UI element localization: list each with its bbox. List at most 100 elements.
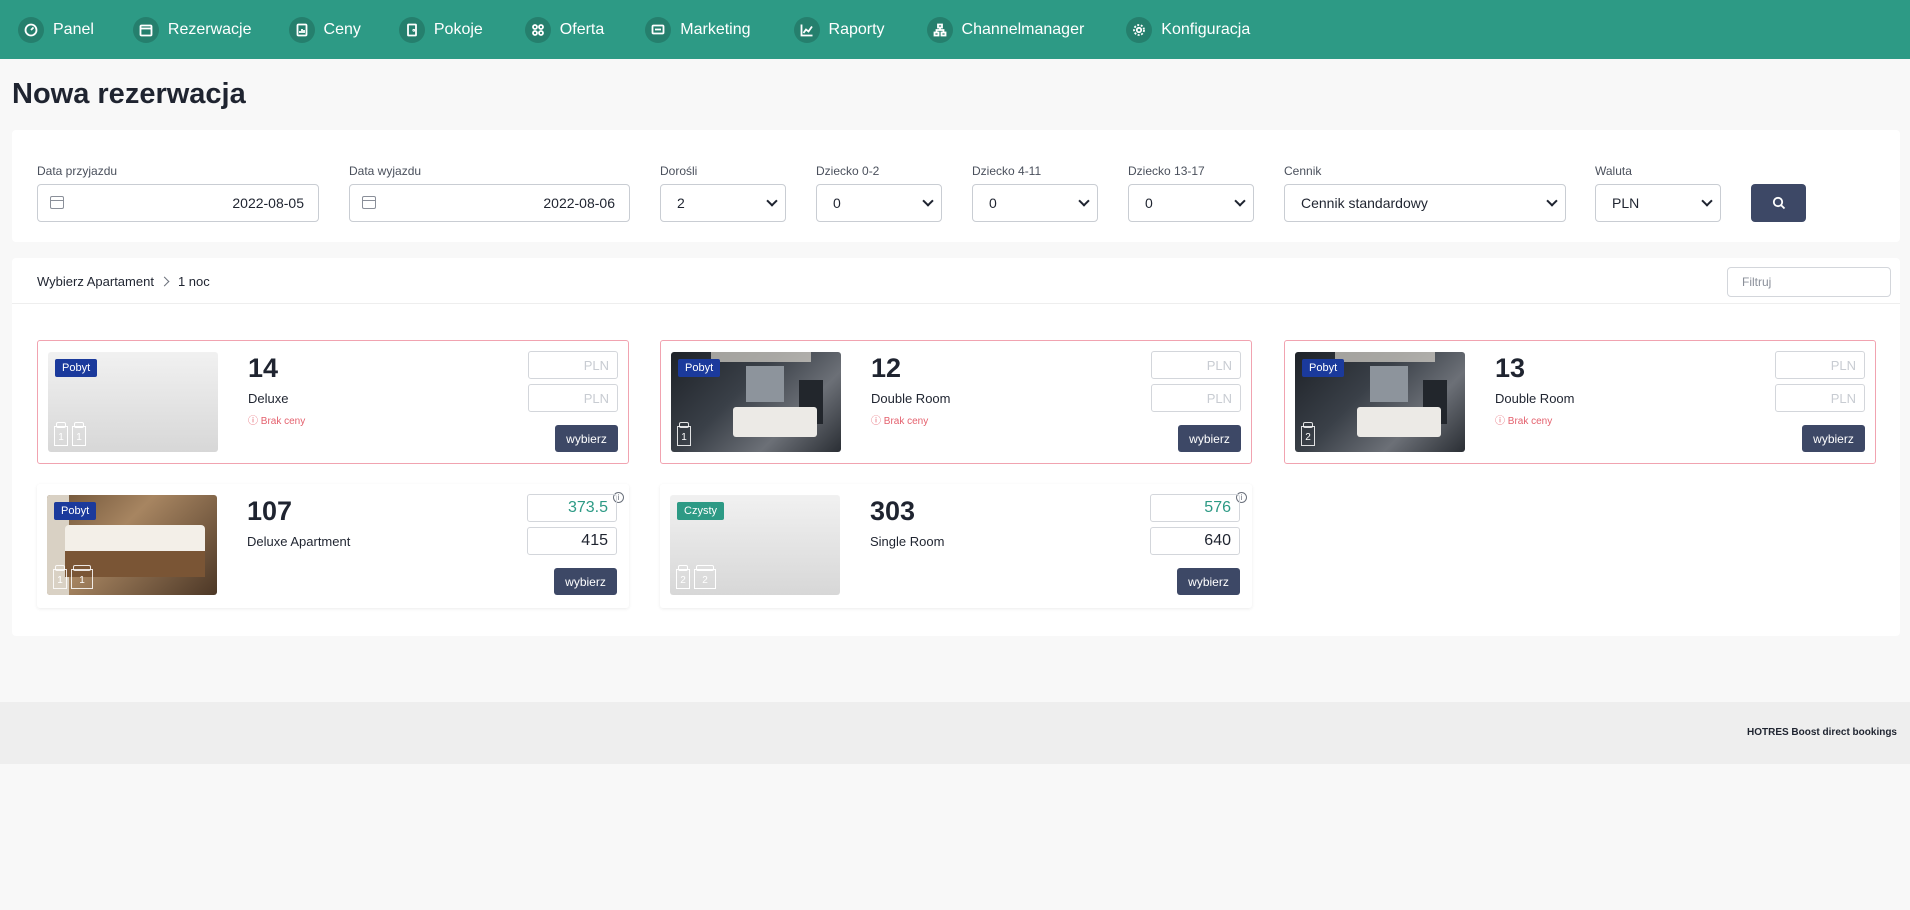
price-input[interactable]: PLN (1151, 384, 1241, 412)
departure-date-input[interactable]: 2022-08-06 (349, 184, 630, 222)
child-0-2-select[interactable]: 0 (816, 184, 942, 222)
arrival-date-label: Data przyjazdu (37, 164, 118, 178)
room-image: Pobyt 1 1 (48, 352, 218, 452)
room-number: 107 (247, 496, 293, 526)
breadcrumb: Wybierz Apartament 1 noc (37, 274, 210, 289)
child-4-11-select[interactable]: 0 (972, 184, 1098, 222)
arrival-date-input[interactable]: 2022-08-05 (37, 184, 319, 222)
pricelist-label: Cennik (1284, 164, 1322, 178)
line-chart-icon (793, 16, 820, 43)
filter-input[interactable] (1727, 267, 1891, 297)
arrival-date-value: 2022-08-05 (232, 195, 304, 211)
page-title: Nowa rezerwacja (12, 78, 246, 110)
chevron-down-icon (766, 195, 778, 207)
adults-label: Dorośli (660, 164, 698, 178)
pricelist-value: Cennik standardowy (1301, 195, 1428, 211)
bed-icons: 1 (677, 422, 695, 446)
nav-label: Channelmanager (961, 20, 1085, 38)
nav-item-raporty[interactable]: Raporty (793, 0, 885, 59)
status-badge: Pobyt (55, 359, 98, 377)
adults-select[interactable]: 2 (660, 184, 786, 222)
room-type: Double Room (1495, 391, 1575, 406)
chevron-down-icon (1546, 195, 1558, 207)
child-13-17-value: 0 (1145, 195, 1153, 211)
footer-brand: HOTRES Boost direct bookings (1746, 727, 1897, 738)
door-icon (398, 16, 425, 43)
calendar-icon (132, 16, 159, 43)
price-input[interactable]: 576 (1150, 494, 1240, 522)
bed-icon: 1 (72, 422, 86, 446)
bed-icon: 2 (676, 565, 690, 589)
status-badge: Pobyt (54, 502, 97, 520)
bed-icon: 1 (677, 422, 691, 446)
room-number: 13 (1495, 353, 1526, 383)
no-price-warning: ⓘ Brak ceny (871, 416, 929, 427)
child-13-17-field: Dziecko 13-17 0 (1128, 164, 1254, 222)
grid-icon (524, 16, 551, 43)
room-type: Single Room (870, 534, 945, 549)
nav-label: Oferta (559, 20, 605, 38)
chevron-down-icon (1701, 195, 1713, 207)
price-input[interactable]: 640 (1150, 527, 1240, 555)
child-4-11-field: Dziecko 4-11 0 (972, 164, 1098, 222)
nav-item-konfiguracja[interactable]: Konfiguracja (1126, 0, 1250, 59)
choose-button[interactable]: wybierz (554, 568, 617, 595)
price-input[interactable]: PLN (1151, 351, 1241, 379)
chevron-right-icon (159, 276, 170, 287)
status-badge: Pobyt (1302, 359, 1345, 377)
currency-select[interactable]: PLN (1595, 184, 1721, 222)
search-button[interactable] (1751, 184, 1806, 222)
calendar-icon (50, 196, 64, 209)
bed-icon: 2 (1301, 422, 1315, 446)
nav-item-ceny[interactable]: Ceny (288, 0, 361, 59)
price-input[interactable]: 415 (527, 527, 617, 555)
nav-item-pokoje[interactable]: Pokoje (398, 0, 483, 59)
room-image: Czysty 2 2 (670, 495, 840, 595)
bed-icons: 1 1 (54, 422, 90, 446)
room-number: 12 (871, 353, 902, 383)
departure-date-label: Data wyjazdu (349, 164, 422, 178)
bed-icons: 1 1 (53, 565, 97, 589)
results-panel: Wybierz Apartament 1 noc Pobyt 1 1 14 De… (12, 258, 1900, 636)
currency-field: Waluta PLN (1595, 164, 1721, 222)
price-input[interactable]: PLN (1775, 384, 1865, 412)
price-input[interactable]: PLN (528, 351, 618, 379)
child-13-17-select[interactable]: 0 (1128, 184, 1254, 222)
room-card: Pobyt 1 12 Double Room ⓘ Brak ceny PLN P… (660, 340, 1252, 464)
nav-item-channelmanager[interactable]: Channelmanager (926, 0, 1085, 59)
price-input[interactable]: 373.5 (527, 494, 617, 522)
currency-label: Waluta (1595, 164, 1632, 178)
choose-button[interactable]: wybierz (1178, 425, 1241, 452)
breadcrumb-nights: 1 noc (177, 274, 210, 289)
child-0-2-value: 0 (833, 195, 841, 211)
adults-field: Dorośli 2 (660, 164, 786, 222)
room-number: 303 (870, 496, 916, 526)
nav-item-oferta[interactable]: Oferta (524, 0, 605, 59)
child-4-11-label: Dziecko 4-11 (972, 164, 1042, 178)
choose-button[interactable]: wybierz (1802, 425, 1865, 452)
price-input[interactable]: PLN (528, 384, 618, 412)
choose-button[interactable]: wybierz (555, 425, 618, 452)
chevron-down-icon (922, 195, 934, 207)
breadcrumb-step[interactable]: Wybierz Apartament (37, 274, 154, 289)
nav-item-rezerwacje[interactable]: Rezerwacje (132, 0, 252, 59)
pricelist-select[interactable]: Cennik standardowy (1284, 184, 1566, 222)
gear-icon (1126, 16, 1153, 43)
adults-value: 2 (677, 195, 685, 211)
room-image: Pobyt 1 1 (47, 495, 217, 595)
top-navigation: Panel Rezerwacje Ceny Pokoje Oferta Mark… (0, 0, 1910, 59)
price-input[interactable]: PLN (1775, 351, 1865, 379)
nav-item-marketing[interactable]: Marketing (645, 0, 751, 59)
bed-icons: 2 2 (676, 565, 720, 589)
calendar-icon (362, 196, 376, 209)
child-4-11-value: 0 (989, 195, 997, 211)
nav-item-panel[interactable]: Panel (18, 0, 94, 59)
room-card: Pobyt 2 13 Double Room ⓘ Brak ceny PLN P… (1284, 340, 1876, 464)
departure-date-value: 2022-08-06 (543, 195, 615, 211)
choose-button[interactable]: wybierz (1177, 568, 1240, 595)
room-type: Double Room (871, 391, 951, 406)
child-0-2-field: Dziecko 0-2 0 (816, 164, 942, 222)
bed-icon: 1 (71, 565, 93, 589)
departure-date-field: Data wyjazdu 2022-08-06 (349, 164, 630, 222)
child-13-17-label: Dziecko 13-17 (1128, 164, 1205, 178)
